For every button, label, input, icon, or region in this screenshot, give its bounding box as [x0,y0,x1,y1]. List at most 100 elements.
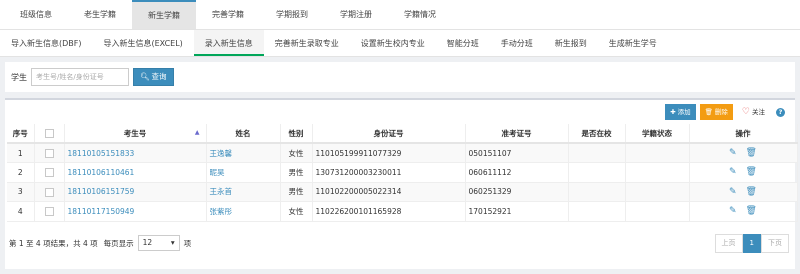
col-header-exam-no[interactable]: 考生号 ▲ [64,124,207,144]
cell-ticket-no: 050151107 [465,143,569,163]
col-header-gender[interactable]: 性别 [280,124,313,144]
subtab-import-excel[interactable]: 导入新生信息(EXCEL) [93,30,194,56]
per-page-label: 每页显示 [103,238,134,248]
page-1-button[interactable]: 1 [742,234,761,253]
cell-actions: ✎ 🗑︎ [689,182,798,202]
caret-down-icon: ▾ [170,238,175,247]
col-header-id-no[interactable]: 身份证号 [312,124,466,144]
col-header-name[interactable]: 姓名 [206,124,281,144]
add-button-label: 添加 [677,108,691,116]
col-header-status[interactable]: 学籍状态 [625,124,690,144]
trash-icon[interactable]: 🗑︎ [746,167,757,177]
table-row: 2 18110106110461 昵昊 男性 13073120000323001… [7,162,798,183]
cell-select [34,162,65,183]
subtab-complete-major[interactable]: 完善新生录取专业 [264,30,350,56]
cell-id-no: 110226200101165928 [312,201,466,222]
next-page-button[interactable]: 下页 [761,234,789,253]
cell-ticket-no: 060611112 [465,162,569,183]
tab-new-student-status[interactable]: 新生学籍 [132,0,196,29]
subtab-manual-class[interactable]: 手动分班 [490,30,544,56]
pagination: 上页 1 下页 [714,234,789,253]
delete-button-label: 删除 [714,108,728,116]
cell-status [625,143,690,163]
prev-page-button[interactable]: 上页 [714,234,743,253]
cell-status [625,182,690,202]
cell-name-link[interactable]: 王逸馨 [206,143,281,163]
row-checkbox[interactable] [44,148,54,158]
cell-no: 4 [7,201,35,222]
search-input[interactable]: 考生号/姓名/身份证号 [31,68,129,86]
edit-icon[interactable]: ✎ [729,148,737,158]
trash-icon: 🗑︎ [704,108,713,116]
cell-exam-no-link[interactable]: 18110106151759 [64,182,207,202]
add-button[interactable]: ✚ 添加 [665,104,696,120]
heart-icon: ♡ [741,107,750,117]
cell-status [625,201,690,222]
row-checkbox[interactable] [44,207,54,216]
subtab-set-school-major[interactable]: 设置新生校内专业 [350,30,436,56]
col-header-exam-no-label: 考生号 [123,128,147,138]
cell-id-no: 110102200005022314 [312,182,466,202]
subtab-generate-student-no[interactable]: 生成新生学号 [598,30,668,56]
cell-exam-no-link[interactable]: 18110106110461 [64,162,207,183]
page-size-select[interactable]: 12 ▾ [137,235,180,251]
edit-icon[interactable]: ✎ [729,206,737,216]
cell-exam-no-link[interactable]: 18110105151833 [64,143,207,163]
tab-complete-status[interactable]: 完善学籍 [196,0,260,29]
cell-in-school [568,143,626,163]
tab-class-info[interactable]: 班级信息 [4,0,68,29]
col-header-actions: 操作 [689,124,798,144]
tab-old-student-status[interactable]: 老生学籍 [68,0,132,29]
table-header-row: 序号 考生号 ▲ 姓名 性别 身份证号 准考证号 是否在校 学籍状态 操作 [7,124,798,144]
trash-icon[interactable]: 🗑︎ [746,148,757,158]
col-header-ticket-no[interactable]: 准考证号 [465,124,569,144]
subtab-new-student-checkin[interactable]: 新生报到 [544,30,598,56]
table-row: 3 18110106151759 王永首 男性 1101022000050223… [7,182,798,202]
col-header-in-school[interactable]: 是否在校 [568,124,626,144]
row-checkbox[interactable] [44,168,54,177]
table-row: 4 18110117150949 张紫彤 女性 1102262001011659… [7,201,798,222]
trash-icon[interactable]: 🗑︎ [746,187,757,197]
result-summary: 第 1 至 4 项结果，共 4 项 [9,238,98,248]
cell-no: 3 [7,182,35,202]
table-row: 1 18110105151833 王逸馨 女性 1101051999110773… [7,143,798,163]
select-all-checkbox[interactable] [44,128,54,138]
cell-exam-no-link[interactable]: 18110117150949 [64,201,207,222]
cell-in-school [568,182,626,202]
cell-ticket-no: 060251329 [465,182,569,202]
cell-name-link[interactable]: 王永首 [206,182,281,202]
edit-icon[interactable]: ✎ [729,167,737,177]
table-footer: 第 1 至 4 项结果，共 4 项 每页显示 12 ▾ 项 上页 1 下页 [5,232,795,254]
search-button-label: 查询 [151,72,167,81]
help-icon[interactable]: ? [776,107,785,117]
col-header-no[interactable]: 序号 [7,124,35,144]
plus-icon: ✚ [670,108,676,116]
top-nav: 班级信息 老生学籍 新生学籍 完善学籍 学期报到 学期注册 学籍情况 [0,0,800,30]
cell-id-no: 130731200003230011 [312,162,466,183]
search-icon: 🔍︎ [140,72,150,81]
search-button[interactable]: 🔍︎ 查询 [133,68,174,86]
cell-ticket-no: 170152921 [465,201,569,222]
cell-gender: 女性 [280,143,313,163]
col-header-select[interactable] [34,124,65,144]
cell-name-link[interactable]: 张紫彤 [206,201,281,222]
row-checkbox[interactable] [44,187,54,197]
subtab-import-dbf[interactable]: 导入新生信息(DBF) [0,30,93,56]
student-label: 学生 [11,72,27,82]
sort-asc-icon: ▲ [194,129,200,136]
tab-status-overview[interactable]: 学籍情况 [388,0,452,29]
trash-icon[interactable]: 🗑︎ [746,206,757,216]
cell-name-link[interactable]: 昵昊 [206,162,281,183]
filter-bar: 学生 考生号/姓名/身份证号 🔍︎ 查询 [5,62,795,92]
cell-in-school [568,162,626,183]
follow-button[interactable]: ♡ 关注 [737,104,770,120]
cell-actions: ✎ 🗑︎ [689,201,798,222]
edit-icon[interactable]: ✎ [729,187,737,197]
delete-button[interactable]: 🗑︎ 删除 [699,104,733,120]
subtab-smart-class[interactable]: 智能分班 [436,30,490,56]
subtab-enter-new-student[interactable]: 录入新生信息 [193,30,264,56]
cell-select [34,201,65,222]
tab-term-register[interactable]: 学期注册 [324,0,388,29]
sub-nav: 导入新生信息(DBF) 导入新生信息(EXCEL) 录入新生信息 完善新生录取专… [0,30,800,57]
tab-term-checkin[interactable]: 学期报到 [260,0,324,29]
